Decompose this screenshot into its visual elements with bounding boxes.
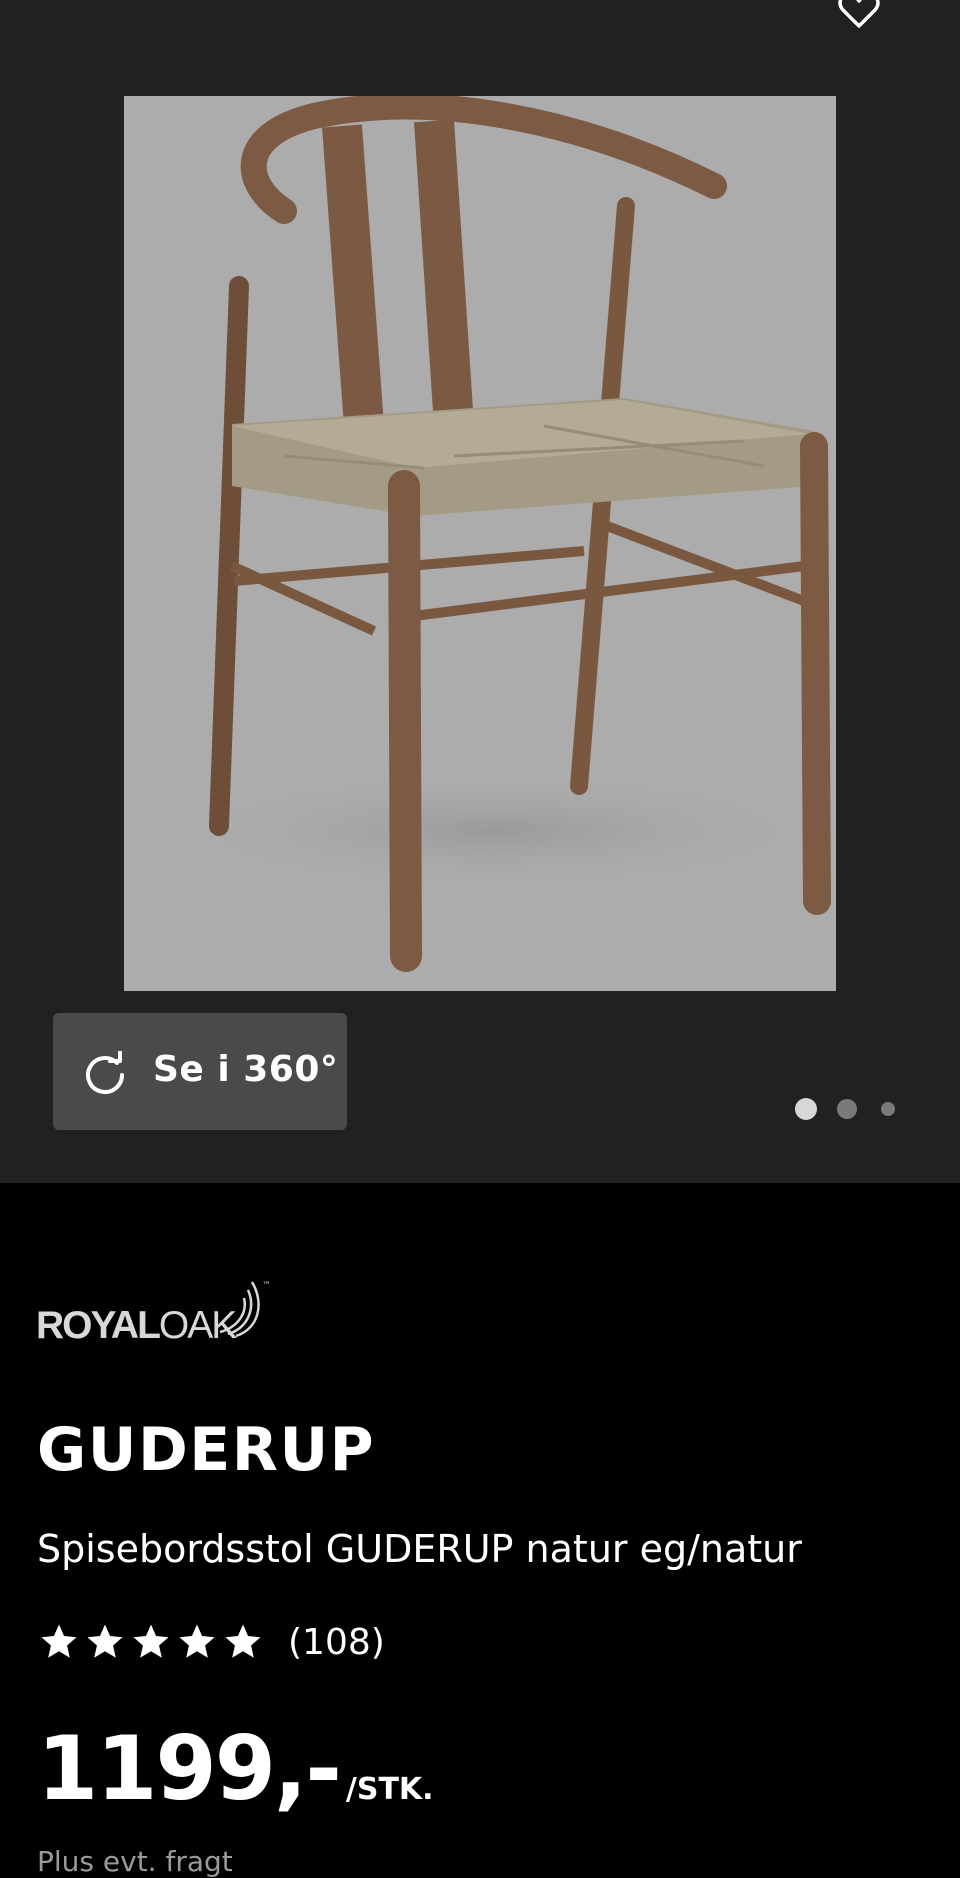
star-icon	[41, 1624, 77, 1658]
rating-count: (108)	[288, 1621, 385, 1663]
star-icon	[225, 1624, 261, 1658]
rating-stars	[38, 1621, 264, 1663]
product-description: Spisebordsstol GUDERUP natur eg/natur	[37, 1527, 802, 1571]
carousel-dot-1[interactable]	[795, 1098, 817, 1120]
view-360-button[interactable]: Se i 360°	[53, 1013, 347, 1130]
star-icon	[179, 1624, 215, 1658]
product-image[interactable]	[124, 96, 836, 991]
star-icon	[133, 1624, 169, 1658]
trademark: ™	[262, 1281, 271, 1291]
brand-logo-bold: ROYAL	[36, 1304, 161, 1347]
chair-illustration	[154, 96, 834, 972]
heart-outline-icon	[838, 0, 880, 28]
brand-logo-mark	[219, 1281, 260, 1338]
price-amount: 1199,-	[37, 1717, 342, 1820]
rotate-icon	[86, 1051, 124, 1095]
view-360-label: Se i 360°	[153, 1049, 339, 1090]
price-unit: /STK.	[345, 1772, 434, 1807]
carousel-dot-2[interactable]	[837, 1099, 857, 1119]
brand-logo[interactable]: ROYALOAK ™	[36, 1278, 276, 1348]
rating[interactable]: (108)	[38, 1618, 385, 1666]
product-gallery: Se i 360°	[0, 0, 960, 1183]
shipping-note: Plus evt. fragt	[37, 1845, 233, 1878]
star-icon	[87, 1624, 123, 1658]
product-brand-name: GUDERUP	[37, 1415, 376, 1485]
price: 1199,-/STK.	[37, 1717, 434, 1820]
favorite-button[interactable]	[835, 0, 883, 34]
carousel-dot-3[interactable]	[881, 1102, 895, 1116]
